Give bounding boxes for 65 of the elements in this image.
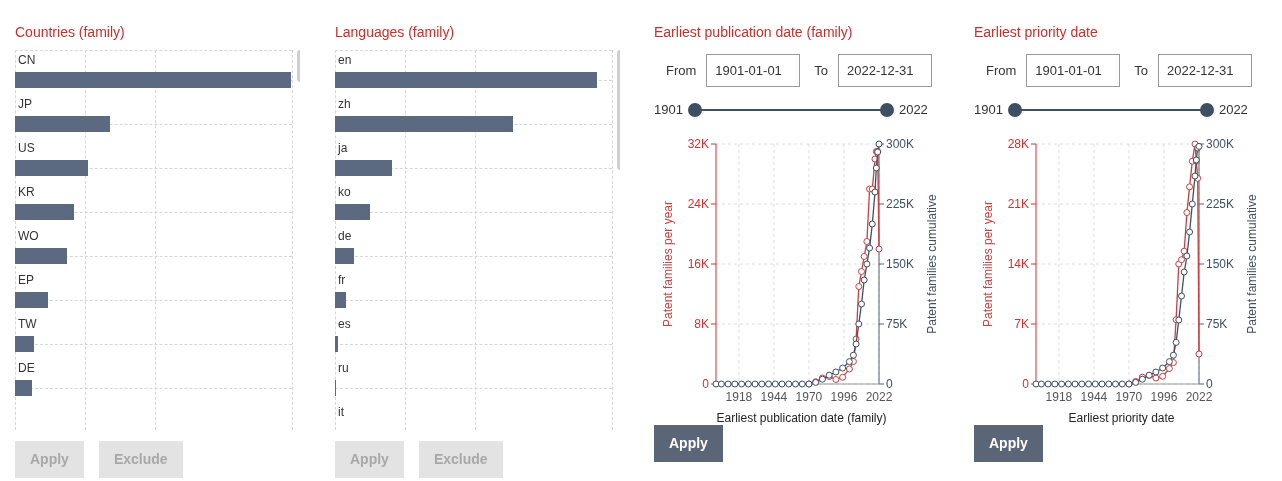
tick-label: 1996 — [1150, 389, 1178, 404]
tick-label: 21K — [1007, 196, 1029, 211]
range-max-label: 2022 — [898, 101, 928, 119]
bar-label: TW — [17, 317, 37, 331]
axis-title: Earliest publication date (family) — [716, 410, 887, 425]
bar-label: it — [337, 405, 344, 419]
bar-label: WO — [17, 229, 39, 243]
tick-label: 0 — [1022, 376, 1029, 391]
tick-label: 14K — [1007, 256, 1029, 271]
from-label: From — [666, 61, 697, 80]
tick-label: 0 — [702, 376, 709, 391]
tick-label: 1944 — [1080, 389, 1108, 404]
tick-label: 0 — [886, 376, 893, 391]
panel-title: Earliest publication date (family) — [654, 23, 853, 42]
tick-label: 150K — [1206, 256, 1235, 271]
from-label: From — [986, 61, 1017, 80]
range-min-label: 1901 — [974, 101, 1003, 119]
tick-label: 225K — [886, 196, 915, 211]
bar-label: EP — [17, 273, 34, 287]
bar-label: ko — [337, 185, 351, 199]
tick-label: 1918 — [725, 389, 753, 404]
tick-label: 28K — [1007, 137, 1029, 151]
bar-label: KR — [17, 185, 35, 199]
tick-label: 150K — [886, 256, 915, 271]
bar-label: ru — [337, 361, 349, 375]
tick-label: 2022 — [865, 389, 893, 404]
axis-title: Patent families per year — [661, 200, 675, 327]
tick-label: 1918 — [1045, 389, 1073, 404]
bar-label: CN — [17, 53, 36, 67]
tick-label: 1944 — [760, 389, 788, 404]
tick-label: 225K — [1206, 196, 1235, 211]
bar-label: zh — [337, 97, 351, 111]
tick-label: 75K — [1206, 316, 1228, 331]
range-max-label: 2022 — [1218, 101, 1248, 119]
bar-label: fr — [337, 273, 346, 287]
panel-title: Earliest priority date — [974, 23, 1098, 42]
tick-label: 75K — [886, 316, 908, 331]
tick-label: 1996 — [830, 389, 858, 404]
panel-title: Countries (family) — [15, 23, 125, 42]
axis-title: Patent families per year — [981, 200, 995, 327]
bar-label: ja — [336, 141, 348, 155]
bar-label: DE — [17, 361, 35, 375]
axis-title: Patent families cumulative — [925, 193, 939, 334]
range-min-label: 1901 — [654, 101, 683, 119]
tick-label: 8K — [694, 316, 709, 331]
bar-label: en — [337, 53, 352, 67]
to-label: To — [814, 61, 829, 80]
bar-label: US — [17, 141, 35, 155]
tick-label: 0 — [1206, 376, 1213, 391]
tick-label: 1970 — [795, 389, 823, 404]
tick-label: 7K — [1014, 316, 1029, 331]
bar-label: de — [337, 229, 352, 243]
tick-label: 16K — [687, 256, 709, 271]
bar-label: es — [337, 317, 351, 331]
tick-label: 1970 — [1115, 389, 1143, 404]
bar-label: JP — [17, 97, 32, 111]
panel-title: Languages (family) — [335, 23, 455, 42]
axis-title: Earliest priority date — [1068, 410, 1175, 425]
tick-label: 2022 — [1185, 389, 1213, 404]
tick-label: 24K — [687, 196, 709, 211]
tick-label: 300K — [1206, 137, 1235, 151]
tick-label: 32K — [687, 137, 709, 151]
tick-label: 300K — [886, 137, 915, 151]
to-label: To — [1134, 61, 1149, 80]
axis-title: Patent families cumulative — [1245, 193, 1259, 334]
